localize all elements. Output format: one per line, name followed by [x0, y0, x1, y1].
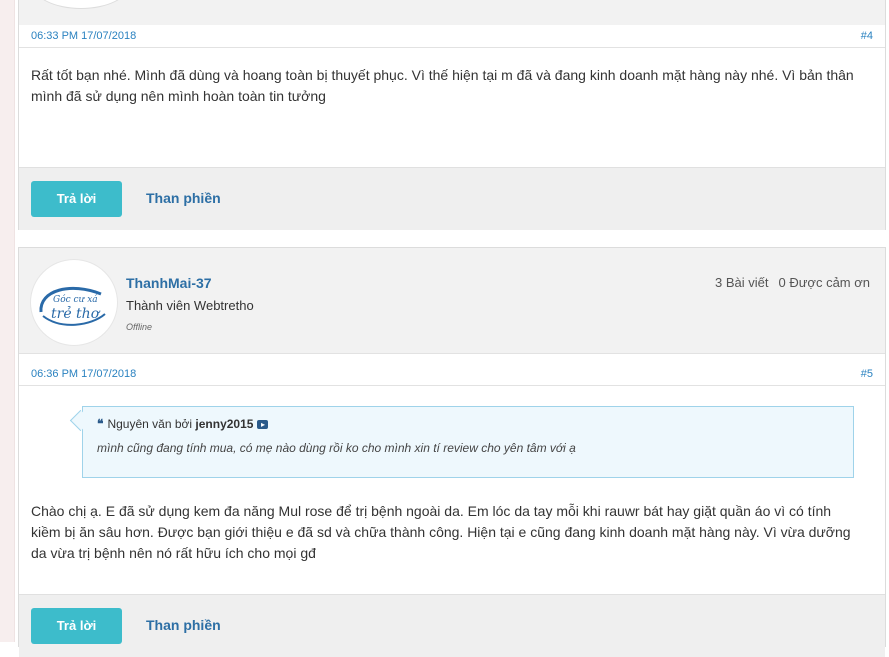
post-actions: Trả lời Than phiền: [19, 594, 885, 657]
post-4: 06:33 PM 17/07/2018 #4 Rất tốt bạn nhé. …: [18, 0, 886, 230]
complain-link[interactable]: Than phiền: [146, 190, 221, 206]
user-header: Góc cư xá trẻ thơ ThanhMai-37 Thành viên…: [19, 248, 885, 354]
reply-button[interactable]: Trả lời: [31, 608, 122, 644]
post-content: Chào chị ạ. E đã sử dụng kem đa năng Mul…: [31, 503, 851, 561]
avatar-text-line2: trẻ thơ: [51, 305, 101, 322]
post-date: 06:33 PM 17/07/2018: [31, 30, 137, 42]
thanks-count: 0 Được cảm ơn: [778, 275, 871, 290]
post-5: Góc cư xá trẻ thơ ThanhMai-37 Thành viên…: [18, 247, 886, 657]
avatar[interactable]: Góc cư xá trẻ thơ: [30, 259, 118, 346]
quote-arrow-icon: [69, 409, 92, 432]
quote-block: ❝ Nguyên văn bởi jenny2015 ▸ mình cũng đan…: [69, 406, 854, 478]
user-status: Offline: [126, 322, 153, 332]
page-left-border: [0, 0, 15, 642]
post-actions: Trả lời Than phiền: [19, 167, 885, 230]
post-meta: 06:33 PM 17/07/2018 #4: [19, 25, 885, 48]
post-meta: 06:36 PM 17/07/2018 #5: [19, 363, 885, 386]
avatar[interactable]: [32, 0, 130, 9]
post-number-link[interactable]: #5: [861, 368, 873, 380]
avatar-logo-icon: Góc cư xá trẻ thơ: [39, 286, 106, 326]
complain-link[interactable]: Than phiền: [146, 617, 221, 633]
avatar-text-line1: Góc cư xá: [53, 294, 98, 305]
username-link[interactable]: ThanhMai-37: [126, 275, 212, 291]
view-quoted-post-icon[interactable]: ▸: [257, 420, 269, 430]
quote-author: jenny2015: [195, 417, 254, 431]
posts-count: 3 Bài viết: [715, 275, 769, 290]
user-stats: 3 Bài viết 0 Được cảm ơn: [715, 275, 870, 290]
post-content: Rất tốt bạn nhé. Mình đã dùng và hoang t…: [31, 67, 854, 104]
reply-button[interactable]: Trả lời: [31, 181, 122, 217]
quote-header: ❝ Nguyên văn bởi jenny2015 ▸: [97, 417, 269, 431]
quote-icon: ❝: [97, 417, 104, 431]
post-4-user-header: [19, 0, 885, 25]
quote-text: mình cũng đang tính mua, có mẹ nào dùng …: [97, 441, 576, 455]
post-number-link[interactable]: #4: [861, 30, 873, 42]
post-date: 06:36 PM 17/07/2018: [31, 368, 137, 380]
quote-prefix: Nguyên văn bởi: [107, 417, 193, 431]
user-rank: Thành viên Webtretho: [126, 298, 254, 313]
